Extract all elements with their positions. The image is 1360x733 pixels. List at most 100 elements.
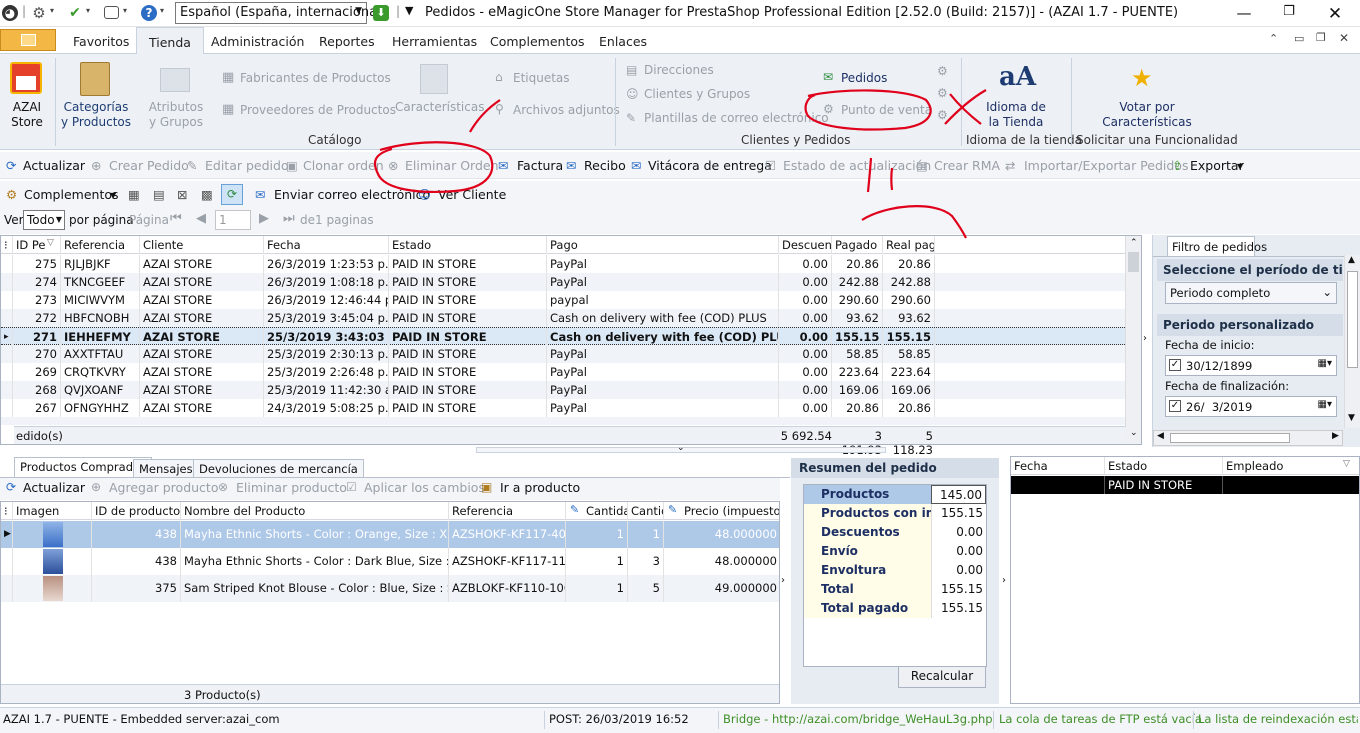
file-menu-button[interactable] [0,29,56,51]
tab-administracion[interactable]: Administración [211,34,304,49]
col-descuento[interactable]: Descuent [779,236,832,254]
col-price[interactable]: Precio (impuestos e [681,502,779,520]
attributes-button[interactable]: Atributos y Grupos [146,100,206,130]
col-history-employee[interactable]: Empleado [1223,457,1359,475]
features-button[interactable]: Características [395,100,484,115]
order-row[interactable]: 274 TKNCGEEF AZAI STORE 26/3/2019 1:08:18 p… [1,273,1125,291]
tab-complementos[interactable]: Complementos [490,34,585,49]
col-cliente[interactable]: Cliente [140,236,264,254]
col-quantity-1[interactable]: Cantida [583,502,628,520]
attachments-button[interactable]: Archivos adjuntos [513,103,620,118]
customers-groups-button[interactable]: Clientes y Grupos [644,87,750,102]
minimize-icon[interactable]: — [1234,4,1254,22]
vote-features-button[interactable]: Votar por Características [1100,100,1194,130]
calendar-dropdown-icon[interactable]: ▦▾ [1318,399,1332,410]
create-rma-button[interactable]: Crear RMA [934,158,1000,173]
send-email-button[interactable]: Enviar correo electrónico [274,187,430,202]
view-customer-button[interactable]: Ver Cliente [438,187,506,202]
help-icon[interactable]: ? [141,5,157,21]
col-referencia[interactable]: Referencia [61,236,140,254]
tab-purchased-products[interactable]: Productos Comprados [14,457,153,477]
check-refresh-icon[interactable]: ✔ [67,5,83,21]
panel-toggle-icon[interactable]: › [1143,333,1147,344]
page-input[interactable]: 1 [215,210,251,230]
status-history-grid[interactable]: Fecha Estado Empleado ▽ PAID IN STORE [1010,456,1360,704]
categories-bag-icon[interactable] [80,62,110,96]
col-history-status[interactable]: Estado [1105,457,1223,475]
period-select[interactable]: Periodo completo ⌄ [1165,282,1337,304]
apply-changes-button[interactable]: Aplicar los cambios [364,480,485,495]
scroll-thumb[interactable] [1347,271,1358,368]
suppliers-button[interactable]: Proveedores de Productos [240,103,396,118]
col-reference[interactable]: Referencia [449,502,566,520]
col-quantity-2[interactable]: Cantid [628,502,664,520]
addons-button[interactable]: Complementos [24,187,119,202]
close-icon[interactable]: ✕ [1325,4,1345,24]
create-order-button[interactable]: Crear Pedido [109,158,189,173]
tab-messages[interactable]: Mensajes [133,459,199,477]
azai-store-button[interactable]: AZAI Store [6,100,48,130]
download-icon[interactable]: ⬇ [373,5,389,21]
tab-enlaces[interactable]: Enlaces [599,34,647,49]
update-status-button[interactable]: Estado de actualización [783,158,931,173]
export-button[interactable]: Exportar [1190,158,1244,173]
scroll-thumb[interactable] [1128,252,1139,272]
prev-page-icon[interactable]: ◀ [196,211,206,226]
manufacturers-button[interactable]: Fabricantes de Productos [240,71,391,86]
orders-vertical-scrollbar[interactable]: ⌃ ⌄ [1125,236,1141,444]
col-history-date[interactable]: Fecha [1011,457,1105,475]
refresh-button[interactable]: Actualizar [23,158,85,173]
scroll-up-icon[interactable]: ▲ [1348,255,1355,265]
product-row[interactable]: 375 Sam Striped Knot Blouse - Color : Blu… [1,575,779,602]
order-row[interactable]: 269 CRQTKVRY AZAI STORE 25/3/2019 2:26:48 p… [1,363,1125,381]
addresses-button[interactable]: Direcciones [644,63,714,78]
tags-button[interactable]: Etiquetas [513,71,570,86]
history-row[interactable]: PAID IN STORE [1011,476,1359,494]
clone-order-button[interactable]: Clonar orden [303,158,384,173]
col-pagado[interactable]: Pagado [832,236,883,254]
bridge-status[interactable]: Bridge - http://azai.com/bridge_WeHauL3g… [723,712,993,726]
store-language-button[interactable]: Idioma de la Tienda [980,100,1052,130]
go-to-product-button[interactable]: Ir a producto [500,480,580,495]
col-product-name[interactable]: Nombre del Producto [181,502,449,520]
per-page-select[interactable]: Todo ▼ [23,210,65,230]
grid-icon-3[interactable]: ⊠ [177,187,187,202]
export-dropdown-icon[interactable]: ▼ [1237,162,1243,171]
scroll-left-icon[interactable]: ◀ [1157,431,1164,441]
point-of-sale-button[interactable]: Punto de venta [841,103,932,118]
ribbon-restore-icon[interactable]: ❐ [1316,31,1326,44]
vote-thumbs-icon[interactable]: ★ [1131,64,1153,92]
qat-customize-icon[interactable]: ▼ [405,4,413,17]
filter-icon[interactable]: ▽ [47,238,54,248]
delete-product-button[interactable]: Eliminar producto [236,480,347,495]
scroll-up-icon[interactable]: ⌃ [1130,238,1138,248]
summary-value[interactable]: 145.00 [931,485,986,504]
restore-icon[interactable]: ❐ [1279,4,1299,19]
edit-order-button[interactable]: Editar pedido [205,158,289,173]
filter-horizontal-scrollbar[interactable]: ◀ ▶ [1153,430,1343,446]
products-grid[interactable]: ⁝ Imagen ID de producto Nombre del Produ… [0,501,780,704]
language-icon[interactable]: aA [999,62,1036,92]
product-row[interactable]: 438 Mayha Ethnic Shorts - Color : Dark Bl… [1,548,779,575]
filter-tab[interactable]: Filtro de pedidos [1167,236,1267,256]
recalculate-button[interactable]: Recalcular [898,664,986,688]
start-date-checkbox[interactable]: ✓ [1169,359,1181,371]
filter-icon[interactable]: ▽ [1343,459,1350,469]
calendar-dropdown-icon[interactable]: ▦▾ [1318,358,1332,369]
categories-button[interactable]: Categorías y Productos [60,100,132,130]
grid-icon-1[interactable]: ▦ [128,187,140,202]
col-imagen[interactable]: Imagen [13,502,92,520]
start-date-picker[interactable]: ✓ 30/12/1899 ▦▾ [1165,355,1337,376]
order-row[interactable]: 270 AXXTFTAU AZAI STORE 25/3/2019 2:30:13 p… [1,345,1125,363]
app-logo-icon[interactable]: ◕ [2,5,18,21]
col-product-id[interactable]: ID de producto [92,502,181,520]
col-pago[interactable]: Pago [547,236,779,254]
grid-icon-2[interactable]: ▤ [153,187,165,202]
orders-button[interactable]: Pedidos [841,71,887,86]
ribbon-close-icon[interactable]: ✕ [1339,31,1349,45]
tab-herramientas[interactable]: Herramientas [392,34,477,49]
filter-vertical-scrollbar[interactable]: ▲ ▼ [1344,255,1360,428]
order-row[interactable]: 275 RJLJBJKF AZAI STORE 26/3/2019 1:23:53 p… [1,255,1125,273]
tab-favoritos[interactable]: Favoritos [73,34,129,49]
import-export-button[interactable]: Importar/Exportar Pedidos [1024,158,1188,173]
